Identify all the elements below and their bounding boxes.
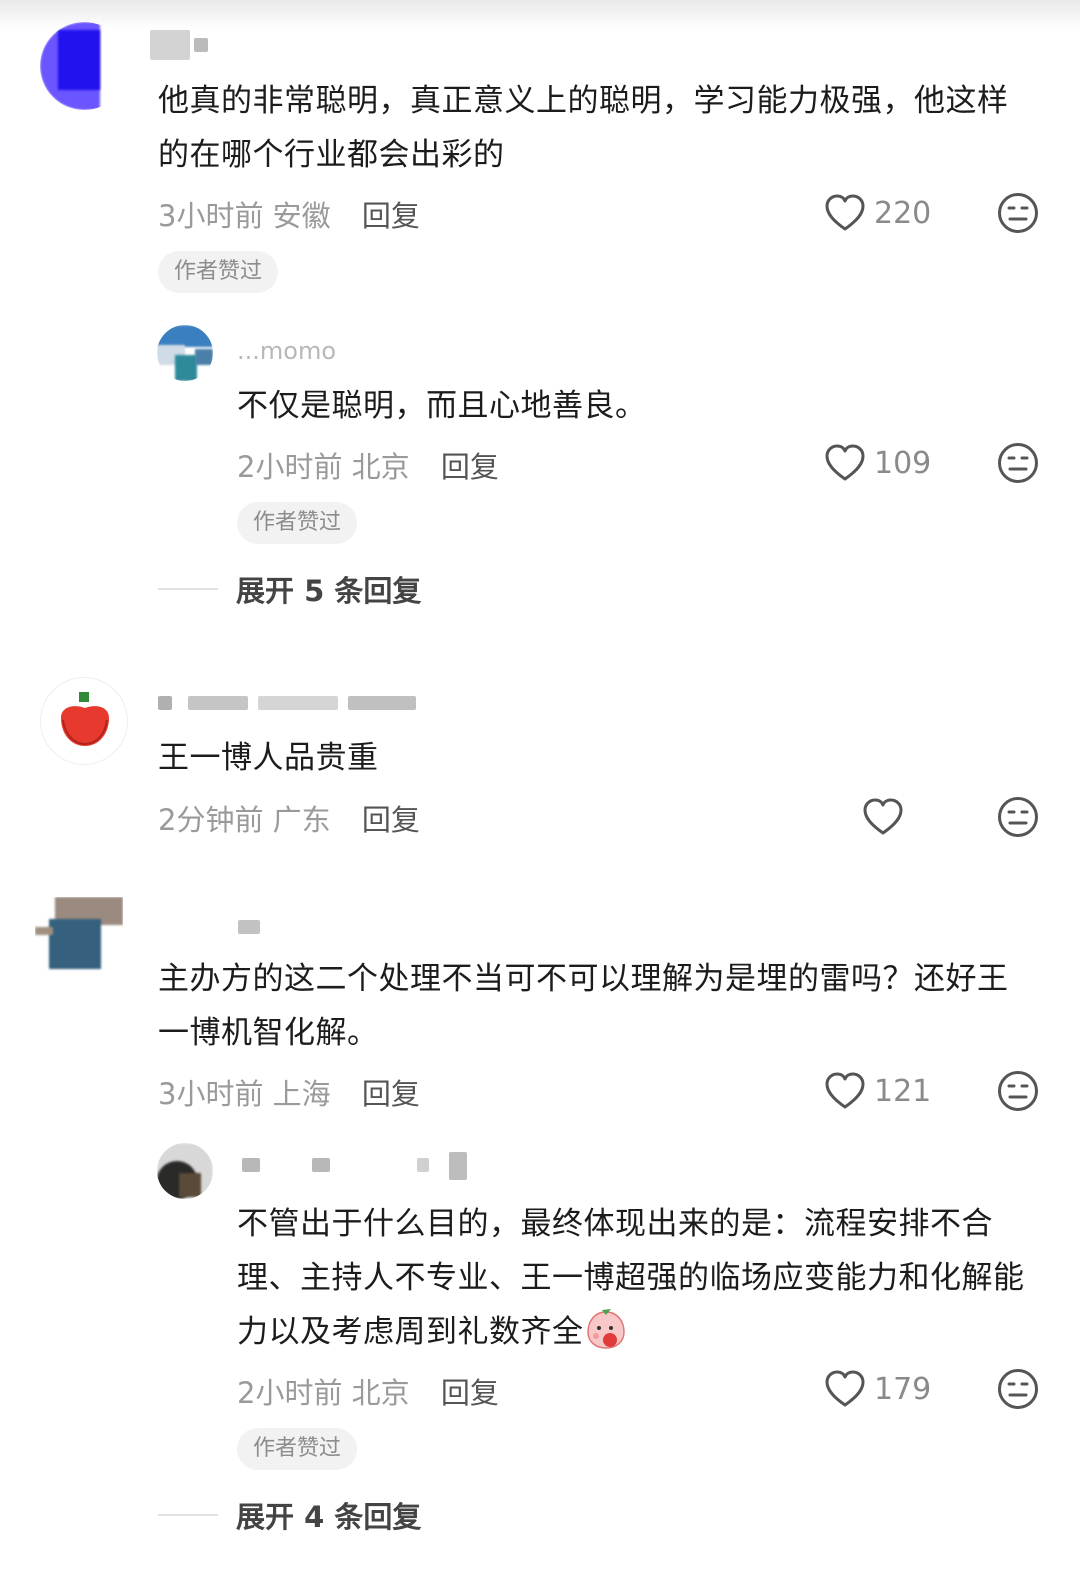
username-redacted[interactable] xyxy=(150,30,240,60)
reply-meta: 2小时前 北京 回复 xyxy=(237,444,499,486)
neutral-face-icon[interactable] xyxy=(997,796,1039,838)
comment-time: 3小时前 xyxy=(158,1077,264,1111)
reply-button[interactable]: 回复 xyxy=(362,803,420,837)
top-shadow xyxy=(0,0,1080,30)
apple-icon xyxy=(61,692,109,746)
avatar[interactable] xyxy=(157,1143,213,1199)
heart-outline-icon xyxy=(825,444,865,481)
comment-meta: 3小时前 安徽 回复 xyxy=(158,193,420,235)
comment-time: 2分钟前 xyxy=(158,803,264,837)
expand-replies-button[interactable]: 展开 4 条回复 xyxy=(158,1494,421,1536)
reply-time: 2小时前 xyxy=(237,450,343,484)
username-redacted[interactable] xyxy=(237,1150,507,1180)
like-count: 179 xyxy=(874,1371,932,1407)
like-count: 220 xyxy=(874,195,932,231)
reply-text: 不仅是聪明，而且心地善良。 xyxy=(237,388,647,424)
reply-location: 北京 xyxy=(351,450,410,484)
like-button[interactable]: 109 xyxy=(824,444,931,482)
like-button[interactable]: 121 xyxy=(824,1072,931,1110)
like-button[interactable]: 220 xyxy=(824,194,931,232)
reply-meta: 2小时前 北京 回复 xyxy=(237,1370,499,1412)
comment-time: 3小时前 xyxy=(158,199,264,233)
reply-button[interactable]: 回复 xyxy=(441,1376,499,1410)
comment-location: 安徽 xyxy=(272,199,331,233)
reply-text: 不管出于什么目的，最终体现出来的是：流程安排不合理、主持人不专业、王一博超强的临… xyxy=(237,1197,1027,1359)
neutral-face-icon[interactable] xyxy=(997,1368,1039,1410)
divider-line xyxy=(158,588,218,590)
username-redacted[interactable] xyxy=(158,912,268,940)
like-count: 121 xyxy=(874,1073,932,1109)
reply-time: 2小时前 xyxy=(237,1376,343,1410)
reply-button[interactable]: 回复 xyxy=(441,450,499,484)
heart-outline-icon xyxy=(863,798,903,835)
like-button[interactable]: 179 xyxy=(824,1370,931,1408)
avatar[interactable] xyxy=(40,22,128,110)
heart-outline-icon xyxy=(825,1072,865,1109)
reply-username[interactable]: ...momo xyxy=(237,337,337,365)
author-liked-badge: 作者赞过 xyxy=(158,251,279,293)
comment-text: 主办方的这二个处理不当可不可以理解为是埋的雷吗？还好王一博机智化解。 xyxy=(158,961,1009,1051)
expand-replies-label: 展开 5 条回复 xyxy=(236,574,422,608)
comment-location: 广东 xyxy=(272,803,331,837)
heart-outline-icon xyxy=(825,1370,865,1407)
author-liked-badge: 作者赞过 xyxy=(237,502,358,544)
comment-meta: 2分钟前 广东 回复 xyxy=(158,797,420,839)
comment-meta: 3小时前 上海 回复 xyxy=(158,1071,420,1113)
comment-text: 他真的非常聪明，真正意义上的聪明，学习能力极强，他这样的在哪个行业都会出彩的 xyxy=(158,83,1009,173)
reply-location: 北京 xyxy=(351,1376,410,1410)
neutral-face-icon[interactable] xyxy=(997,1070,1039,1112)
avatar[interactable] xyxy=(40,677,128,765)
neutral-face-icon[interactable] xyxy=(997,442,1039,484)
divider-line xyxy=(158,1514,218,1516)
avatar[interactable] xyxy=(157,325,213,381)
avatar[interactable] xyxy=(35,897,123,985)
heart-outline-icon xyxy=(825,194,865,231)
peach-face-sticker xyxy=(586,1309,625,1349)
expand-replies-button[interactable]: 展开 5 条回复 xyxy=(158,568,421,610)
author-liked-badge: 作者赞过 xyxy=(237,1428,358,1470)
username-redacted[interactable] xyxy=(158,688,418,716)
neutral-face-icon[interactable] xyxy=(997,192,1039,234)
reply-text-content: 不管出于什么目的，最终体现出来的是：流程安排不合理、主持人不专业、王一博超强的临… xyxy=(237,1206,1025,1350)
comment-text: 王一博人品贵重 xyxy=(158,740,379,776)
expand-replies-label: 展开 4 条回复 xyxy=(236,1500,422,1534)
like-count: 109 xyxy=(874,445,932,481)
reply-button[interactable]: 回复 xyxy=(362,1077,420,1111)
like-button[interactable] xyxy=(862,798,912,836)
comment-location: 上海 xyxy=(272,1077,331,1111)
reply-button[interactable]: 回复 xyxy=(362,199,420,233)
